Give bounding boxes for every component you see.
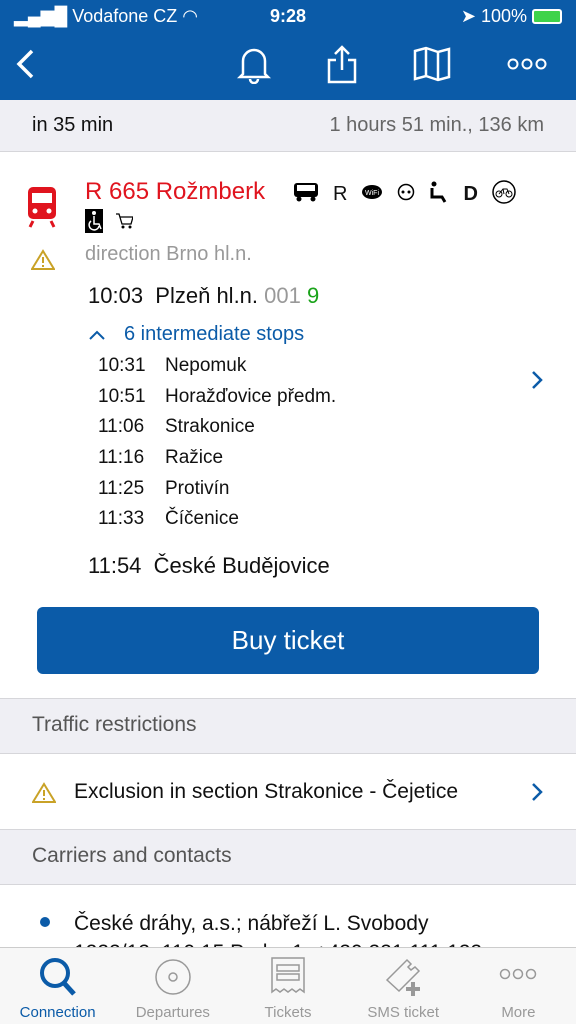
more-icon[interactable] [505,44,549,84]
journey-summary: in 35 min 1 hours 51 min., 136 km [0,100,576,152]
dining-badge: D [463,183,478,205]
stop-time: 11:06 [98,416,145,438]
bullet-icon [40,917,50,927]
tab-label: Departures [135,1004,210,1021]
buy-ticket-button[interactable]: Buy ticket [37,607,539,674]
stop-row: 10:31 Nepomuk [98,355,336,386]
stop-station: Nepomuk [165,355,247,376]
duration-distance: 1 hours 51 min., 136 km [329,114,544,136]
stop-time: 11:25 [98,477,145,499]
carrier: ▂▄▆█ Vodafone CZ ◠ [14,5,198,26]
tab-connection[interactable]: Connection [0,948,115,1024]
traffic-restriction-item[interactable]: Exclusion in section Strakonice - Čejeti… [0,754,576,830]
battery-icon [532,9,562,25]
stop-row: 11:25 Protivín [98,478,336,509]
stop-station: Ražice [165,447,224,469]
stop-row: 11:06 Strakonice [98,416,336,447]
tab-tickets[interactable]: Tickets [230,948,345,1024]
tab-departures[interactable]: Departures [115,948,230,1024]
stop-row: 11:16 Ražice [98,447,336,478]
search-icon [39,958,76,996]
destination-time: 11:54 [88,553,142,578]
train-name[interactable]: R 665 Rožmberk [85,178,265,206]
stops-list: 10:31 Nepomuk 10:51 Horažďovice předm. 11:… [98,355,336,539]
stop-station: Protivín [165,477,230,499]
stop-station: Strakonice [165,416,255,438]
status-bar: ▂▄▆█ Vodafone CZ ◠ 9:28 ➤ 100% [0,0,576,32]
stop-station: Horažďovice předm. [165,385,337,407]
stop-station: Číčenice [165,508,239,530]
departures-icon [155,959,191,995]
carrier-name: Vodafone CZ [72,5,178,26]
sms-ticket-icon [386,958,421,996]
wifi-icon: WiFi [361,184,383,205]
traffic-restrictions-header: Traffic restrictions [0,698,576,754]
train-icon [27,186,57,233]
stop-time: 10:51 [98,385,146,407]
restriction-text: Exclusion in section Strakonice - Čejeti… [74,780,459,803]
more-icon [500,968,537,980]
tab-more[interactable]: More [461,948,576,1024]
carriers-header: Carriers and contacts [0,829,576,885]
origin-time: 10:03 [88,283,144,308]
warning-icon [30,249,56,275]
carrier-line-1: České dráhy, a.s.; nábřeží L. Svobody [74,912,429,935]
tab-sms-ticket[interactable]: SMS ticket [346,948,461,1024]
stop-time: 11:33 [98,508,145,530]
chevron-up-icon [89,330,105,340]
tab-label: SMS ticket [367,1004,440,1021]
cart-icon [115,212,134,235]
chevron-right-icon [532,783,543,801]
tab-label: Connection [19,1004,96,1021]
warning-icon [32,781,56,803]
stop-row: 10:51 Horažďovice předm. [98,386,336,417]
origin-stop: 10:03 Plzeň hl.n. 001 9 [88,283,319,309]
amenities-row-2 [85,209,134,238]
top-bar: ▂▄▆█ Vodafone CZ ◠ 9:28 ➤ 100% [0,0,576,100]
chevron-right-icon[interactable] [530,369,544,396]
ticket-icon [271,957,305,994]
map-icon[interactable] [410,44,454,84]
back-icon[interactable] [10,44,40,84]
tab-label: More [501,1004,536,1021]
amenities: R WiFi D [293,180,516,209]
battery: ➤ 100% [461,6,562,27]
bell-icon[interactable] [234,44,274,84]
bicycle-icon [492,180,516,209]
origin-track: 001 [264,283,301,308]
intermediate-label: 6 intermediate stops [124,323,305,345]
stop-row: 11:33 Číčenice [98,508,336,539]
share-icon[interactable] [324,44,360,84]
origin-station: Plzeň hl.n. [155,283,259,308]
tab-bar: Connection Departures Tickets SMS ticket… [0,947,576,1024]
direction: direction Brno hl.n. [85,243,252,265]
intermediate-stops-toggle[interactable]: 6 intermediate stops [88,323,304,346]
bus-icon [293,181,319,208]
wheelchair-icon [85,209,103,238]
battery-level: 100% [480,5,527,26]
stop-time: 11:16 [98,447,145,469]
svg-text:WiFi: WiFi [365,190,379,197]
origin-platform: 9 [307,283,320,308]
tab-label: Tickets [264,1004,312,1021]
stop-time: 10:31 [98,355,146,376]
destination-station: České Budějovice [153,553,330,578]
reservation-badge: R [333,183,348,205]
departure-in: in 35 min [32,114,114,136]
destination-stop: 11:54 České Budějovice [88,553,330,579]
seat-icon [429,181,449,208]
socket-icon [397,183,415,206]
